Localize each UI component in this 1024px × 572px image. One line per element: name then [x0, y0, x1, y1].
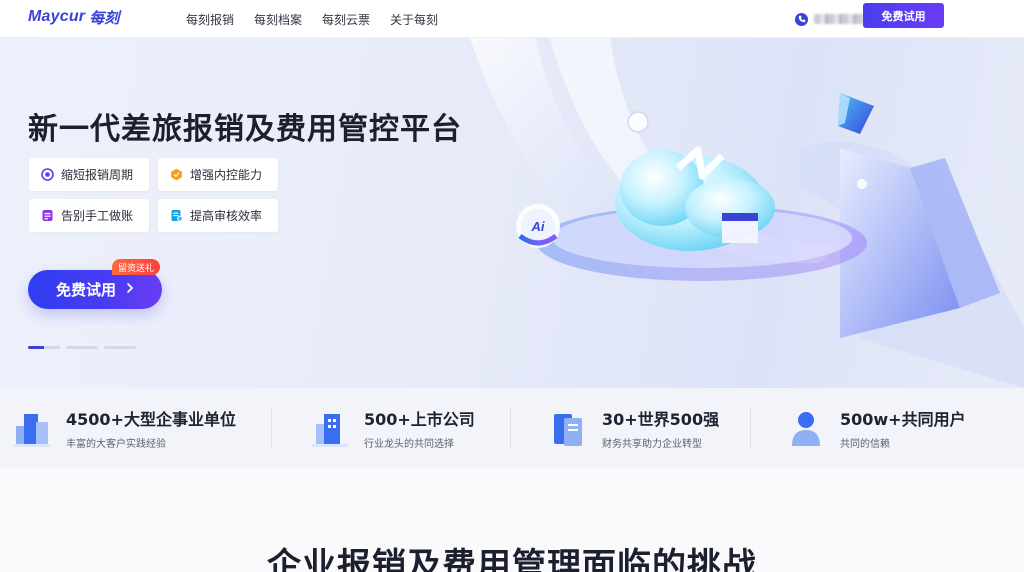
document-icon — [41, 209, 54, 222]
stat-subtitle: 财务共享助力企业转型 — [602, 439, 702, 450]
carousel-dot-2[interactable] — [66, 346, 98, 349]
cycle-icon — [41, 168, 54, 181]
feature-tag-control: 增强内控能力 — [158, 158, 278, 191]
section-title: 企业报销及费用管理面临的挑战 — [267, 546, 757, 572]
maycur-logo[interactable]: Maycur 每刻 — [28, 6, 119, 28]
hero-free-trial-button[interactable]: 免费试用 — [28, 270, 162, 309]
main-nav: 每刻报销 每刻档案 每刻云票 关于每刻 — [186, 0, 458, 38]
top-navbar: Maycur 每刻 每刻报销 每刻档案 每刻云票 关于每刻 登录 免费试用 — [0, 0, 1024, 38]
stats-bar: 4500+大型企事业单位 丰富的大客户实践经验 500+上市公司 行业龙头的共同… — [0, 388, 1024, 468]
stat-fortune-500: 30+世界500强 财务共享助力企业转型 — [550, 388, 719, 468]
stat-divider — [510, 408, 511, 448]
ai-orb-label: Ai — [531, 219, 545, 234]
stat-title: 500+上市公司 — [364, 410, 475, 429]
stat-listed-companies: 500+上市公司 行业龙头的共同选择 — [312, 388, 475, 468]
hero-cta-label: 免费试用 — [55, 281, 116, 299]
nav-link-cloud-invoice[interactable]: 每刻云票 — [322, 11, 370, 28]
office-building-icon — [312, 414, 348, 447]
feature-label: 缩短报销周期 — [61, 168, 134, 182]
book-icon — [554, 414, 582, 446]
shield-icon — [170, 168, 183, 181]
stat-divider — [750, 408, 751, 448]
challenges-section: 企业报销及费用管理面临的挑战 — [0, 468, 1024, 572]
carousel-dot-1[interactable] — [28, 346, 60, 349]
buildings-icon — [14, 414, 50, 447]
gift-badge: 留资送礼 — [112, 259, 161, 275]
stat-subtitle: 丰富的大客户实践经验 — [66, 439, 166, 450]
logo-text-en: Maycur — [28, 8, 86, 25]
feature-tag-cycle: 缩短报销周期 — [29, 158, 149, 191]
nav-link-reimbursement[interactable]: 每刻报销 — [186, 11, 234, 28]
stat-divider — [271, 408, 272, 448]
feature-label: 增强内控能力 — [190, 168, 263, 182]
phone-icon — [795, 12, 808, 26]
logo-text-cn: 每刻 — [89, 8, 120, 27]
feature-label: 提高审核效率 — [190, 209, 263, 223]
chevron-right-icon — [126, 282, 134, 298]
feature-tag-audit: 提高审核效率 — [158, 199, 278, 232]
nav-free-trial-button[interactable]: 免费试用 — [863, 3, 944, 28]
nav-link-archive[interactable]: 每刻档案 — [254, 11, 302, 28]
carousel-indicators — [28, 346, 142, 349]
audit-icon — [170, 209, 183, 222]
stat-title: 500w+共同用户 — [840, 410, 966, 429]
user-icon — [792, 412, 820, 446]
stat-users: 500w+共同用户 共同的信赖 — [788, 388, 966, 468]
stat-subtitle: 共同的信赖 — [840, 439, 890, 450]
stat-title: 30+世界500强 — [602, 410, 720, 429]
hero-title: 新一代差旅报销及费用管控平台 — [28, 112, 462, 147]
stat-enterprises: 4500+大型企事业单位 丰富的大客户实践经验 — [14, 388, 236, 468]
feature-label: 告别手工做账 — [61, 209, 134, 223]
feature-tag-manual: 告别手工做账 — [29, 199, 149, 232]
carousel-dot-3[interactable] — [104, 346, 136, 349]
nav-link-about[interactable]: 关于每刻 — [390, 11, 438, 28]
stat-subtitle: 行业龙头的共同选择 — [364, 439, 454, 450]
stat-title: 4500+大型企事业单位 — [66, 410, 236, 429]
hero-illustration: Ai — [470, 38, 1024, 388]
hero-banner: 新一代差旅报销及费用管控平台 缩短报销周期 增强内控能力 告别手工做账 提高审核… — [0, 38, 1024, 388]
